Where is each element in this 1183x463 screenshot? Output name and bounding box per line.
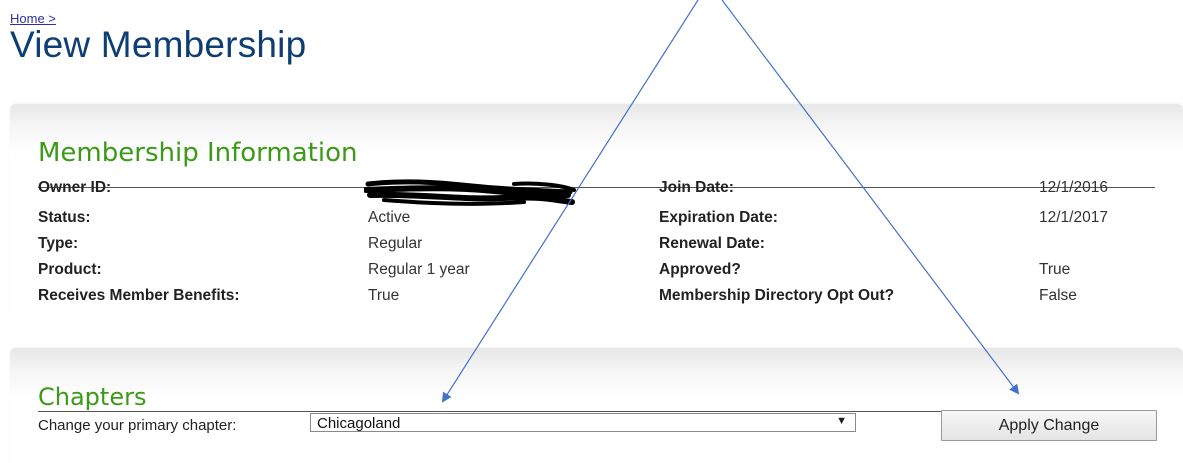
primary-chapter-select[interactable]: Chicagoland ▼ <box>310 413 856 432</box>
directory-opt-out-value: False <box>1039 287 1077 304</box>
chevron-down-icon[interactable]: ▼ <box>836 415 847 427</box>
membership-info-panel <box>10 104 1183 318</box>
expiration-date-label: Expiration Date: <box>659 209 778 226</box>
primary-chapter-selected-value: Chicagoland <box>317 415 401 432</box>
directory-opt-out-label: Membership Directory Opt Out? <box>659 287 895 304</box>
product-value: Regular 1 year <box>368 261 470 278</box>
expiration-date-value: 12/1/2017 <box>1039 209 1108 226</box>
status-value: Active <box>368 209 411 226</box>
join-date-label: Join Date: <box>659 179 734 196</box>
membership-info-heading: Membership Information <box>38 138 358 168</box>
page-title: View Membership <box>10 24 307 65</box>
primary-chapter-label: Change your primary chapter: <box>38 417 237 434</box>
apply-change-button[interactable]: Apply Change <box>941 410 1157 441</box>
status-label: Status: <box>38 209 91 226</box>
member-benefits-value: True <box>368 287 400 304</box>
renewal-date-label: Renewal Date: <box>659 235 765 252</box>
type-label: Type: <box>38 235 79 252</box>
type-value: Regular <box>368 235 423 252</box>
chapters-rule <box>38 411 942 412</box>
member-benefits-label: Receives Member Benefits: <box>38 287 240 304</box>
owner-id-label: Owner ID: <box>38 179 112 196</box>
chapters-heading: Chapters <box>38 383 147 411</box>
approved-label: Approved? <box>659 261 741 278</box>
product-label: Product: <box>38 261 102 278</box>
chapters-panel <box>10 348 1183 463</box>
membership-info-rule <box>38 187 1155 188</box>
join-date-value: 12/1/2016 <box>1039 179 1108 196</box>
approved-value: True <box>1039 261 1071 278</box>
redaction-scribble-icon <box>364 179 576 206</box>
